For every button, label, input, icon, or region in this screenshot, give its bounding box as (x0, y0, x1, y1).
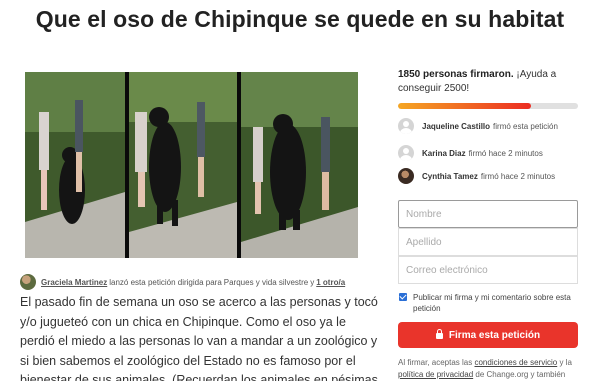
display-signature-option[interactable]: Publicar mi firma y mi comentario sobre … (399, 292, 579, 314)
starter-connector: y (310, 277, 315, 287)
legal-notice: Al firmar, aceptas las condiciones de se… (398, 357, 588, 381)
signer-name: Cynthia Tamez (422, 171, 478, 181)
signer-action: firmó hace 2 minutos (480, 171, 556, 181)
bear-photo-collage (25, 72, 358, 258)
starter-name-link[interactable]: Graciela Martinez (41, 278, 107, 287)
petition-description: El pasado fin de semana un oso se acerco… (20, 295, 378, 381)
sign-petition-label: Firma esta petición (448, 329, 541, 341)
signer-action: firmó hace 2 minutos (468, 148, 543, 158)
recent-signer: Karina Diaz firmó hace 2 minutos (398, 143, 598, 163)
display-signature-checkbox[interactable] (399, 293, 407, 301)
signer-avatar (398, 118, 414, 134)
recent-signer: Jaqueline Castillo firmó esta petición (398, 116, 598, 136)
signer-name: Karina Diaz (422, 148, 466, 158)
signer-action: firmó esta petición (493, 121, 558, 131)
signature-progress-fill (398, 103, 532, 109)
photo-panel-3 (241, 72, 358, 258)
terms-of-service-link[interactable]: condiciones de servicio (474, 358, 557, 367)
legal-connector: y la (559, 358, 572, 367)
signer-avatar (398, 168, 414, 184)
starter-avatar (20, 274, 36, 290)
photo-panel-1 (25, 72, 125, 258)
last-name-input[interactable] (398, 228, 578, 256)
recent-signer: Cynthia Tamez firmó hace 2 minutos (398, 166, 598, 186)
legal-suffix: de Change.org y también (475, 370, 566, 379)
signer-name: Jaqueline Castillo (422, 121, 491, 131)
email-input[interactable] (398, 256, 578, 284)
petition-starter: Graciela Martinez lanzó esta petición di… (20, 273, 380, 291)
photo-panel-2 (129, 72, 237, 258)
signature-progress-bar (398, 103, 578, 109)
privacy-policy-link[interactable]: política de privacidad (398, 370, 473, 379)
display-signature-label: Publicar mi firma y mi comentario sobre … (413, 293, 571, 313)
first-name-input[interactable] (398, 200, 578, 228)
signature-count-number: 1850 personas firmaron. (398, 69, 514, 80)
page-title: Que el oso de Chipinque se quede en su h… (35, 6, 565, 32)
legal-prefix: Al firmar, aceptas las (398, 358, 473, 367)
starter-text: lanzó esta petición dirigida para (109, 277, 222, 287)
starter-target: Parques y vida silvestre (223, 277, 309, 287)
lock-icon (435, 329, 443, 339)
starter-more-link[interactable]: 1 otro/a (316, 278, 345, 287)
signer-avatar (398, 145, 414, 161)
signature-count: 1850 personas firmaron. ¡Ayuda a consegu… (398, 68, 588, 96)
sign-petition-button[interactable]: Firma esta petición (398, 322, 578, 348)
petition-image (25, 72, 358, 258)
